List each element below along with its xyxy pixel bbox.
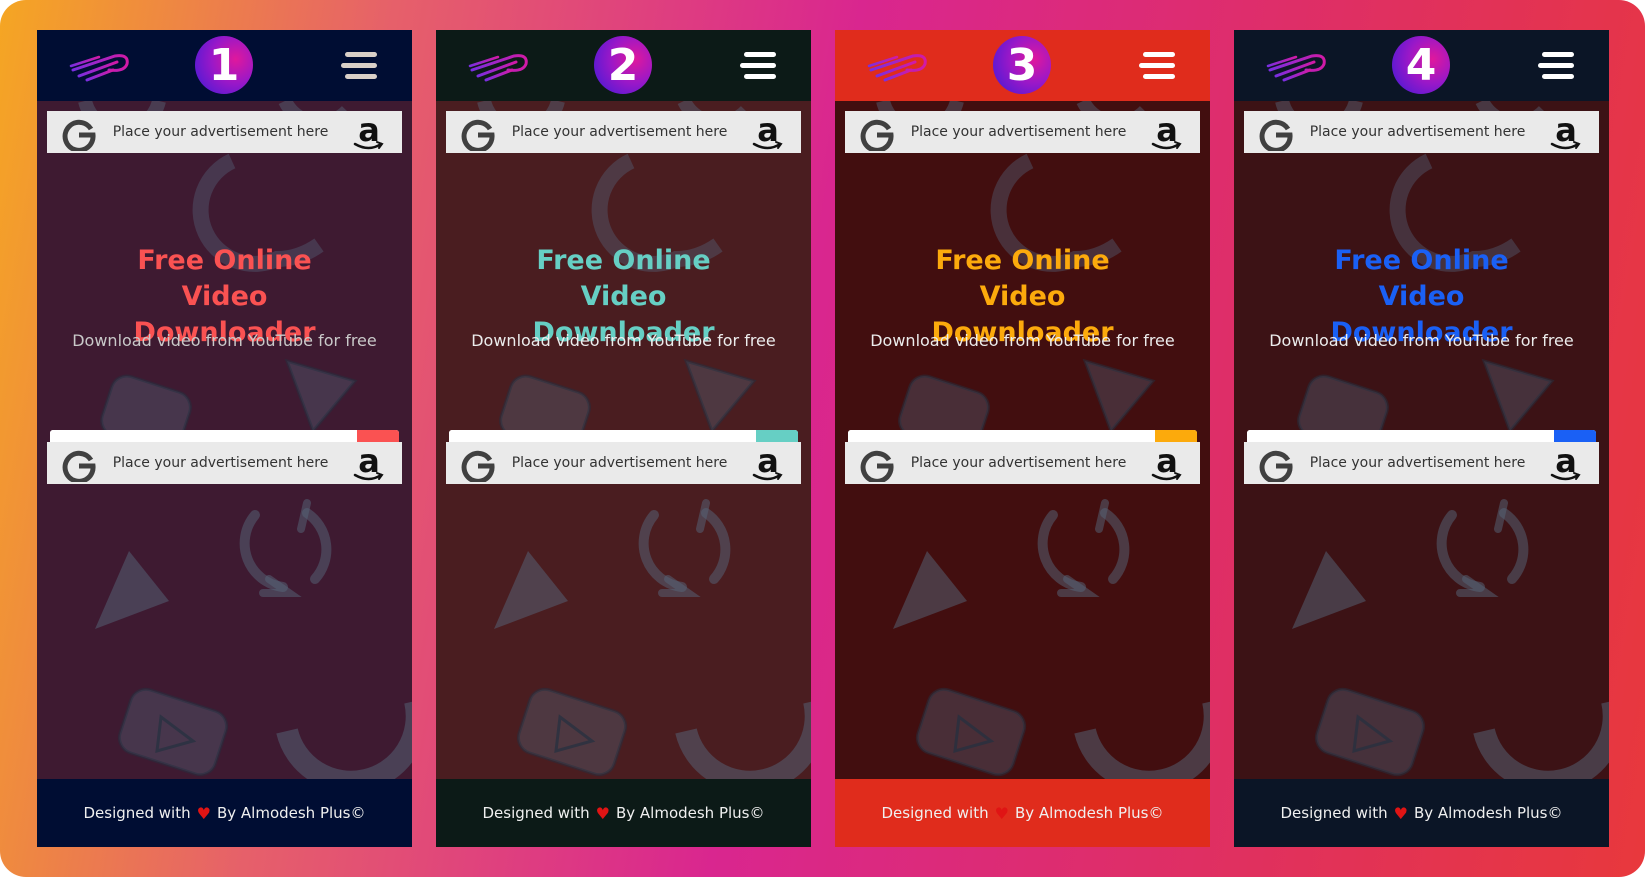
ad-text: Place your advertisement here <box>910 455 1127 471</box>
phone-mockup-3: 3 Place your advertisement here a Free O… <box>835 30 1210 847</box>
amazon-icon: a <box>1151 445 1182 481</box>
version-number-badge: 4 <box>1392 36 1450 94</box>
amazon-icon: a <box>752 114 783 150</box>
amazon-icon: a <box>1550 114 1581 150</box>
amazon-icon: a <box>353 445 384 481</box>
footer-text: Designed with <box>1280 804 1388 822</box>
heart-icon: ♥ <box>994 803 1009 823</box>
ad-text: Place your advertisement here <box>1309 124 1526 140</box>
ad-text: Place your advertisement here <box>511 455 728 471</box>
hamburger-menu-icon[interactable] <box>1538 52 1574 80</box>
heart-icon: ♥ <box>196 803 211 823</box>
google-g-icon <box>1259 119 1293 151</box>
app-header: 1 <box>37 30 412 101</box>
page-subtitle: Download video from YouTube for free <box>870 331 1175 350</box>
ad-banner-bottom[interactable]: Place your advertisement here a <box>446 442 801 484</box>
page-subtitle: Download video from YouTube for free <box>72 331 377 350</box>
amazon-icon: a <box>1151 114 1182 150</box>
svg-text:a: a <box>358 114 380 149</box>
phone-mockup-2: 2 Place your advertisement here a Free O… <box>436 30 811 847</box>
ad-text: Place your advertisement here <box>910 124 1127 140</box>
app-footer: Designed with ♥ By Almodesh Plus© <box>835 779 1210 847</box>
google-g-icon <box>1259 450 1293 482</box>
paper-plane-logo-icon[interactable] <box>69 44 135 84</box>
google-g-icon <box>461 119 495 151</box>
app-footer: Designed with ♥ By Almodesh Plus© <box>436 779 811 847</box>
google-g-icon <box>62 450 96 482</box>
paper-plane-logo-icon[interactable] <box>867 44 933 84</box>
amazon-icon: a <box>1550 445 1581 481</box>
ad-banner-bottom[interactable]: Place your advertisement here a <box>845 442 1200 484</box>
hamburger-menu-icon[interactable] <box>1139 52 1175 80</box>
ad-banner-top[interactable]: Place your advertisement here a <box>47 111 402 153</box>
ad-text: Place your advertisement here <box>511 124 728 140</box>
ad-banner-top[interactable]: Place your advertisement here a <box>1244 111 1599 153</box>
ad-banner-top[interactable]: Place your advertisement here a <box>845 111 1200 153</box>
phone-mockup-1: 1 Place your advertisement here a Free O… <box>37 30 412 847</box>
main-content: Place your advertisement here a Free Onl… <box>1234 101 1609 779</box>
main-content: Place your advertisement here a Free Onl… <box>835 101 1210 779</box>
paper-plane-logo-icon[interactable] <box>468 44 534 84</box>
amazon-icon: a <box>752 445 783 481</box>
ad-banner-top[interactable]: Place your advertisement here a <box>446 111 801 153</box>
google-g-icon <box>62 119 96 151</box>
version-number-badge: 1 <box>195 36 253 94</box>
footer-credit: By Almodesh Plus© <box>615 804 765 822</box>
ad-banner-bottom[interactable]: Place your advertisement here a <box>1244 442 1599 484</box>
ad-text: Place your advertisement here <box>112 455 329 471</box>
version-number-badge: 3 <box>993 36 1051 94</box>
svg-text:a: a <box>1555 445 1577 480</box>
footer-text: Designed with <box>482 804 590 822</box>
heart-icon: ♥ <box>1393 803 1408 823</box>
ad-banner-bottom[interactable]: Place your advertisement here a <box>47 442 402 484</box>
svg-text:a: a <box>1156 114 1178 149</box>
paper-plane-logo-icon[interactable] <box>1266 44 1332 84</box>
svg-text:a: a <box>358 445 380 480</box>
app-header: 2 <box>436 30 811 101</box>
main-content: Place your advertisement here a Free Onl… <box>37 101 412 779</box>
footer-text: Designed with <box>83 804 191 822</box>
svg-text:a: a <box>757 114 779 149</box>
app-footer: Designed with ♥ By Almodesh Plus© <box>1234 779 1609 847</box>
svg-text:a: a <box>1555 114 1577 149</box>
svg-text:a: a <box>1156 445 1178 480</box>
heart-icon: ♥ <box>595 803 610 823</box>
amazon-icon: a <box>353 114 384 150</box>
phone-mockup-4: 4 Place your advertisement here a Free O… <box>1234 30 1609 847</box>
hamburger-menu-icon[interactable] <box>341 52 377 80</box>
google-g-icon <box>860 450 894 482</box>
google-g-icon <box>461 450 495 482</box>
app-header: 4 <box>1234 30 1609 101</box>
footer-credit: By Almodesh Plus© <box>216 804 366 822</box>
page-subtitle: Download video from YouTube for free <box>471 331 776 350</box>
main-content: Place your advertisement here a Free Onl… <box>436 101 811 779</box>
ad-text: Place your advertisement here <box>112 124 329 140</box>
google-g-icon <box>860 119 894 151</box>
hamburger-menu-icon[interactable] <box>740 52 776 80</box>
version-number-badge: 2 <box>594 36 652 94</box>
footer-credit: By Almodesh Plus© <box>1413 804 1563 822</box>
footer-credit: By Almodesh Plus© <box>1014 804 1164 822</box>
app-footer: Designed with ♥ By Almodesh Plus© <box>37 779 412 847</box>
app-header: 3 <box>835 30 1210 101</box>
page-subtitle: Download video from YouTube for free <box>1269 331 1574 350</box>
ad-text: Place your advertisement here <box>1309 455 1526 471</box>
svg-text:a: a <box>757 445 779 480</box>
footer-text: Designed with <box>881 804 989 822</box>
